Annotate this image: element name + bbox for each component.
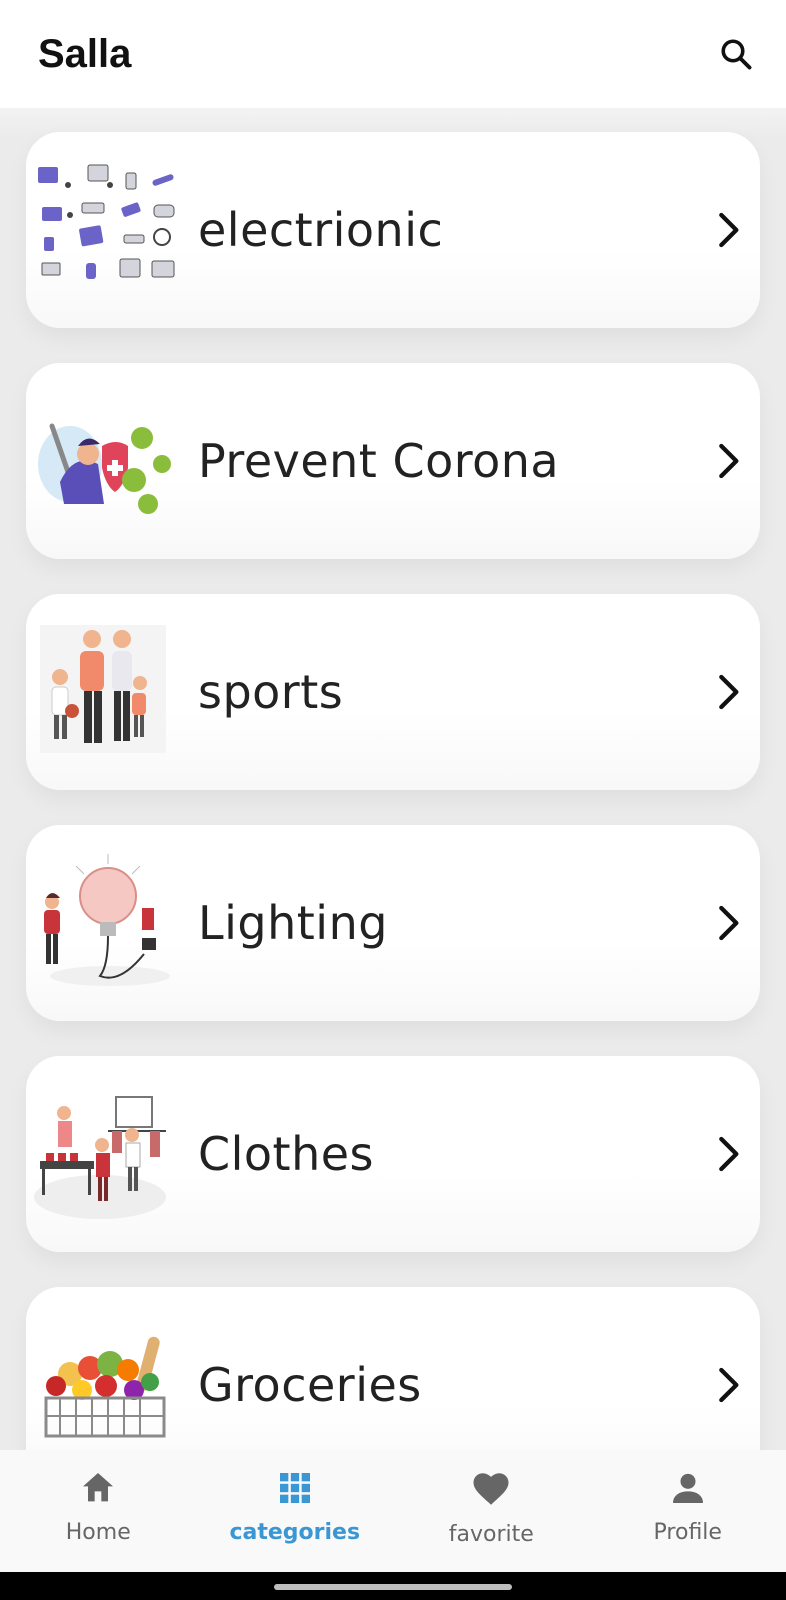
nav-favorite-label: favorite	[448, 1522, 534, 1547]
nav-categories[interactable]: categories	[197, 1450, 394, 1572]
chevron-right-icon	[719, 674, 739, 710]
category-label: Prevent Corona	[198, 434, 560, 488]
bottom-navigation: Home categories favorite Profile	[0, 1450, 786, 1572]
nav-profile-label: Profile	[653, 1520, 722, 1545]
category-label: Clothes	[198, 1127, 374, 1181]
category-card-lighting[interactable]: Lighting	[26, 825, 760, 1021]
chevron-right-icon	[719, 212, 739, 248]
person-icon	[672, 1473, 703, 1503]
chevron-right-icon	[719, 905, 739, 941]
category-label: Groceries	[198, 1358, 422, 1412]
nav-profile[interactable]: Profile	[590, 1450, 786, 1572]
chevron-right-icon	[719, 1136, 739, 1172]
category-card-sports[interactable]: sports	[26, 594, 760, 790]
chevron-right-icon	[719, 443, 739, 479]
clothing-store-illustration	[34, 1096, 166, 1219]
nav-home-label: Home	[65, 1520, 131, 1545]
home-gesture-handle[interactable]	[274, 1584, 512, 1590]
search-button[interactable]	[712, 30, 760, 78]
nav-favorite[interactable]: favorite	[393, 1450, 590, 1572]
category-card-groceries[interactable]: Groceries	[26, 1287, 760, 1450]
nav-home[interactable]: Home	[0, 1450, 197, 1572]
grid-icon	[279, 1473, 310, 1503]
category-card-prevent-corona[interactable]: Prevent Corona	[26, 363, 760, 559]
app-title: Salla	[38, 31, 132, 76]
category-label: sports	[198, 665, 344, 719]
search-icon	[721, 39, 752, 70]
category-label: electrionic	[198, 203, 444, 257]
family-sports-illustration	[40, 625, 166, 753]
grocery-basket-illustration	[44, 1336, 166, 1438]
system-navigation-bar	[0, 1572, 786, 1600]
category-card-clothes[interactable]: Clothes	[26, 1056, 760, 1252]
category-list[interactable]: electrionic Prevent Corona sports Lighti…	[0, 108, 786, 1450]
heart-icon	[473, 1473, 509, 1505]
chevron-right-icon	[719, 1367, 739, 1403]
category-label: Lighting	[198, 896, 388, 950]
electronics-illustration	[38, 164, 175, 279]
app-bar: Salla	[0, 0, 786, 108]
nav-categories-label: categories	[229, 1520, 361, 1545]
category-card-electronic[interactable]: electrionic	[26, 132, 760, 328]
corona-prevention-illustration	[38, 423, 171, 514]
home-icon	[83, 1473, 114, 1502]
lightbulb-illustration	[44, 854, 170, 986]
